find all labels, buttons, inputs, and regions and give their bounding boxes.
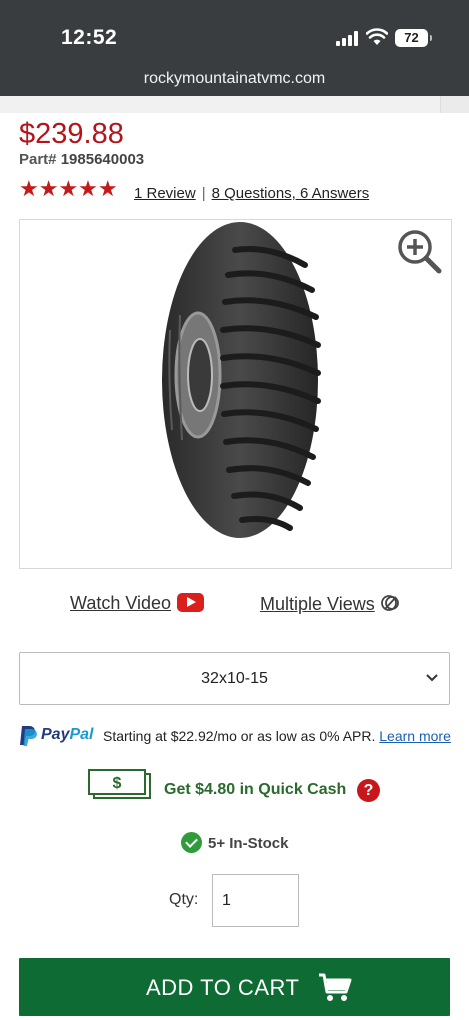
- quantity-input[interactable]: 1: [212, 874, 299, 927]
- part-label: Part#: [19, 151, 57, 168]
- add-to-cart-label: ADD TO CART: [146, 975, 300, 1000]
- status-and-url-bar: 12:52 72 rockymountainatvmc.com: [0, 0, 469, 96]
- multiple-views-label[interactable]: Multiple Views: [260, 594, 375, 614]
- shopping-cart-icon: [319, 973, 352, 1001]
- paypal-brand-pal: Pal: [69, 726, 94, 743]
- size-select-value: 32x10-15: [201, 670, 268, 687]
- cash-icon: $: [88, 769, 151, 799]
- watch-video-link[interactable]: Watch Video: [70, 593, 205, 614]
- paypal-desc-text: Starting at $22.92/mo or as low as 0% AP…: [103, 728, 376, 744]
- product-price: $239.88: [19, 118, 124, 150]
- stock-status: 5+ In-Stock: [181, 832, 321, 854]
- battery-icon: 72: [395, 29, 432, 47]
- cellular-signal-icon: [336, 31, 360, 46]
- paypal-description: Starting at $22.92/mo or as low as 0% AP…: [103, 728, 451, 744]
- quantity-label: Qty:: [169, 891, 199, 908]
- youtube-play-icon: [177, 593, 205, 612]
- quick-cash-text: Get $4.80 in Quick Cash: [164, 781, 347, 798]
- questions-link[interactable]: 8 Questions, 6 Answers: [212, 185, 370, 202]
- add-to-cart-button[interactable]: ADD TO CART: [19, 958, 450, 1016]
- url-bar[interactable]: rockymountainatvmc.com: [0, 70, 469, 88]
- multiple-views-icon: [380, 595, 399, 611]
- paypal-financing: PayPal Starting at $22.92/mo or as low a…: [19, 725, 459, 747]
- size-select[interactable]: 32x10-15: [19, 652, 450, 705]
- svg-text:$: $: [113, 775, 122, 792]
- paypal-brand-pay: Pay: [41, 726, 70, 743]
- status-time: 12:52: [61, 26, 118, 49]
- product-image[interactable]: [19, 219, 452, 569]
- check-circle-icon: [181, 832, 202, 853]
- paypal-icon: [20, 726, 37, 746]
- tire-image: [162, 222, 321, 538]
- review-links: 1 Review | 8 Questions, 6 Answers: [134, 185, 369, 202]
- rating-stars: ★★★★★: [19, 176, 118, 201]
- paypal-brand: PayPal: [41, 726, 93, 744]
- help-icon[interactable]: ?: [357, 779, 380, 802]
- zoom-in-icon[interactable]: [396, 229, 442, 275]
- part-value: 1985640003: [60, 151, 145, 168]
- stock-text: 5+ In-Stock: [208, 835, 289, 852]
- chevron-down-icon: [426, 674, 438, 682]
- watch-video-label[interactable]: Watch Video: [70, 593, 171, 613]
- multiple-views-link[interactable]: Multiple Views: [260, 593, 400, 615]
- review-separator: |: [201, 185, 206, 202]
- part-number: Part# 1985640003: [19, 151, 144, 168]
- header-strip: [0, 96, 469, 113]
- wifi-icon: [366, 28, 388, 45]
- learn-more-link[interactable]: Learn more: [379, 728, 451, 744]
- review-link[interactable]: 1 Review: [134, 185, 196, 202]
